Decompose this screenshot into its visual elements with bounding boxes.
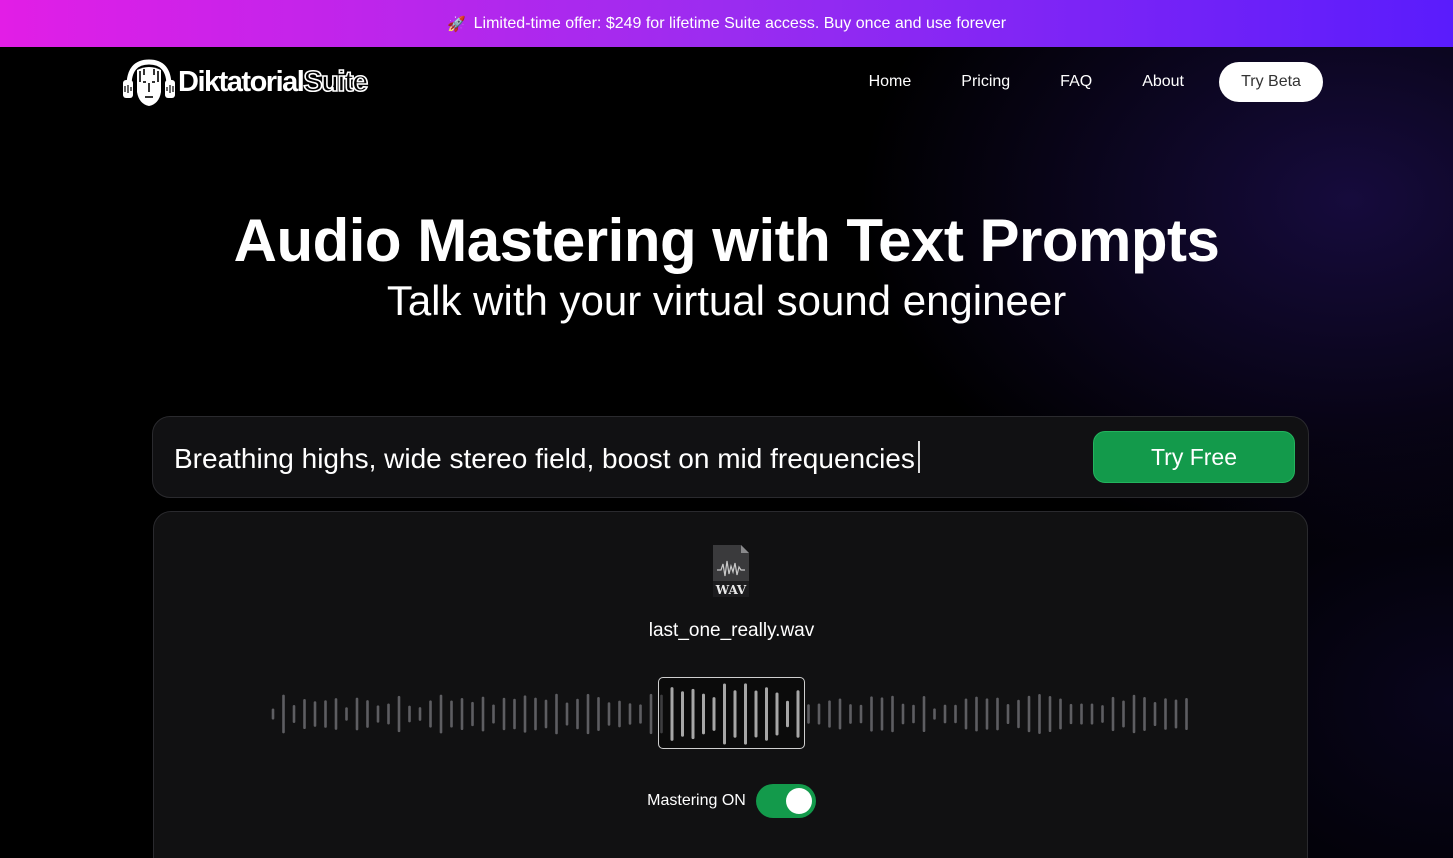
- hero-subtitle: Talk with your virtual sound engineer: [386, 277, 1067, 324]
- rocket-icon: 🚀: [446, 15, 466, 33]
- headphones-face-icon: [123, 59, 175, 106]
- nav-links: Home Pricing FAQ About Try Beta: [869, 62, 1323, 102]
- nav-faq[interactable]: FAQ: [1060, 73, 1092, 91]
- toggle-knob: [785, 788, 812, 814]
- top-nav: DiktatorialSuite Home Pricing FAQ About …: [0, 47, 1453, 117]
- promo-banner[interactable]: 🚀 Limited-time offer: $249 for lifetime …: [0, 0, 1453, 47]
- nav-pricing[interactable]: Pricing: [961, 73, 1010, 91]
- hero-title: Audio Mastering with Text Prompts: [233, 207, 1220, 274]
- prompt-input-bar: Breathing highs, wide stereo field, boos…: [152, 416, 1309, 498]
- file-name: last_one_really.wav: [648, 620, 815, 641]
- brand-name-bold: Diktatorial: [178, 65, 305, 98]
- nav-about[interactable]: About: [1142, 73, 1184, 91]
- audio-panel: WAV last_one_really.wav Mastering ON: [153, 511, 1308, 858]
- try-free-button[interactable]: Try Free: [1093, 431, 1295, 483]
- page: 🚀 Limited-time offer: $249 for lifetime …: [0, 0, 1453, 858]
- prompt-input-value: Breathing highs, wide stereo field, boos…: [174, 443, 915, 474]
- try-beta-button[interactable]: Try Beta: [1219, 62, 1323, 102]
- wav-file-icon: WAV: [713, 545, 749, 597]
- wav-file-icon-label: WAV: [715, 583, 747, 597]
- brand-name-outline: Suite: [303, 65, 370, 99]
- mastering-label: Mastering ON: [647, 792, 746, 809]
- brand-name: DiktatorialSuite: [178, 65, 370, 99]
- mastering-toggle-row: Mastering ON: [154, 784, 1309, 818]
- brand-logo[interactable]: DiktatorialSuite: [122, 56, 370, 108]
- playback-window[interactable]: [658, 677, 805, 749]
- text-caret: [917, 441, 920, 473]
- mastering-toggle[interactable]: [755, 784, 816, 818]
- promo-text: Limited-time offer: $249 for lifetime Su…: [473, 14, 1007, 32]
- nav-home[interactable]: Home: [869, 73, 912, 91]
- prompt-input[interactable]: Breathing highs, wide stereo field, boos…: [174, 441, 920, 475]
